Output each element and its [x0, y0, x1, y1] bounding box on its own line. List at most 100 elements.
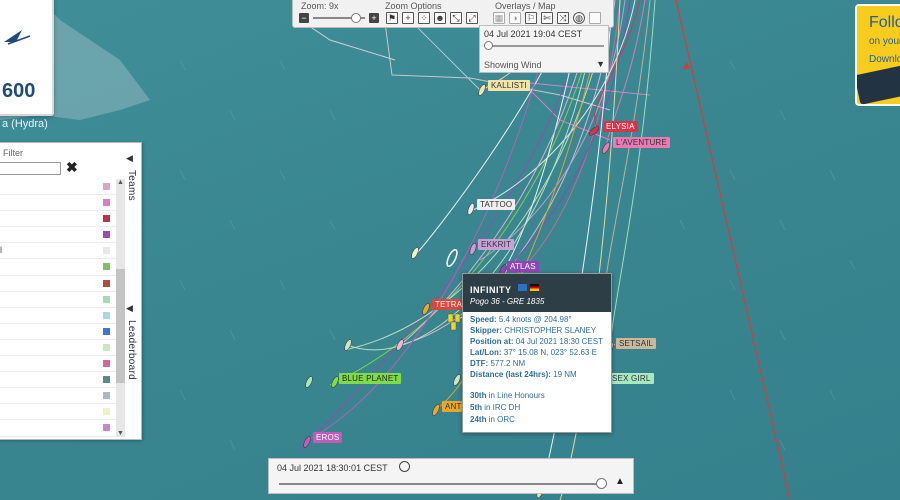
fit-icon[interactable]: ⤡ — [450, 12, 462, 24]
playback-track[interactable] — [279, 483, 607, 485]
boat-label-sex-girl[interactable]: SEX GIRL — [609, 373, 654, 384]
boat-label-eros[interactable]: EROS — [313, 432, 343, 443]
square-icon[interactable] — [589, 12, 601, 24]
clock-icon[interactable] — [399, 461, 410, 472]
list-item[interactable] — [0, 308, 117, 324]
wind-icon[interactable]: ⚐ — [525, 12, 537, 24]
clear-filter-icon[interactable]: ✖ — [66, 159, 78, 176]
playback-timestamp: 04 Jul 2021 18:30:01 CEST — [277, 463, 388, 473]
boat-label-kallisti[interactable]: KALLISTI — [488, 80, 530, 91]
list-item[interactable] — [0, 372, 117, 389]
team-color-swatch — [103, 311, 110, 319]
zoom-in-button[interactable]: + — [369, 13, 379, 23]
tablet-icon — [857, 65, 900, 104]
boat-label-tetra[interactable]: TETRA — [432, 299, 466, 310]
playback-bar: 04 Jul 2021 18:30:01 CEST ▲ — [268, 458, 634, 494]
flag-icon-blue — [518, 284, 527, 291]
globe-icon[interactable]: ◍ — [573, 12, 585, 24]
filter-label: Filter — [3, 148, 23, 158]
skipper-line: Skipper: CHRISTOPHER SLANEY — [470, 326, 597, 335]
team-color-swatch — [103, 231, 110, 239]
list-item[interactable] — [0, 356, 117, 373]
scroll-down-icon[interactable]: ▼ — [117, 430, 124, 437]
map-toolbar: Zoom: 9x Zoom Options Overlays / Map − +… — [292, 0, 614, 28]
list-item[interactable] — [0, 259, 117, 276]
list-item[interactable] — [0, 340, 117, 357]
team-icon[interactable]: ☻ — [434, 12, 446, 24]
sail-logo-icon — [4, 30, 31, 45]
time-panel-timestamp: 04 Jul 2021 19:04 CEST — [484, 29, 583, 39]
boat-label-tattoo[interactable]: TATTOO — [477, 199, 516, 210]
team-color-swatch — [103, 408, 110, 416]
playback-toggle-icon[interactable]: ▲ — [615, 476, 625, 487]
contrast-icon[interactable]: ◑ — [509, 12, 521, 24]
overlays-label: Overlays / Map — [495, 1, 556, 11]
list-item[interactable] — [0, 404, 117, 421]
wind-overlay-label: Showing Wind — [484, 60, 542, 70]
filter-input[interactable] — [0, 162, 61, 175]
rank-line-honours: 30th in Line Honours — [470, 391, 545, 400]
promo-line-2: on your — [869, 36, 900, 47]
list-item[interactable]: l — [0, 243, 117, 260]
teams-list: l — [0, 179, 117, 437]
zoom-out-button[interactable]: − — [299, 13, 309, 23]
grid-icon[interactable]: ▦ — [493, 12, 505, 24]
dtf-line: DTF: 577.2 NM — [470, 359, 526, 368]
add-icon[interactable]: + — [402, 12, 414, 24]
list-item[interactable] — [0, 292, 117, 308]
list-item[interactable] — [0, 179, 117, 196]
race-logo: 600 — [0, 0, 54, 116]
tab-teams[interactable]: ◀ Teams — [126, 153, 142, 201]
tools-icon[interactable]: ✄ — [541, 12, 553, 24]
list-item[interactable] — [0, 211, 117, 228]
scrollbar-thumb[interactable] — [116, 269, 125, 383]
leaderboard-tab-label: Leaderboard — [126, 320, 137, 381]
boat-class: Pogo 36 - GRE 1835 — [470, 297, 545, 306]
teams-tab-label: Teams — [126, 170, 137, 201]
teams-tab-arrow-icon: ◀ — [126, 153, 133, 163]
app-promo-banner[interactable]: Follo on your Downloa — [855, 4, 900, 106]
team-color-swatch — [103, 183, 110, 190]
flag-icon[interactable]: ⚑ — [386, 12, 398, 24]
leaderboard-tab-arrow-icon: ◀ — [126, 303, 133, 313]
list-item[interactable] — [0, 388, 117, 405]
boat-label-elysia[interactable]: ELYSIA — [603, 121, 638, 132]
time-panel: 04 Jul 2021 19:04 CEST Showing Wind ▼ — [479, 25, 609, 73]
list-item[interactable] — [0, 324, 117, 340]
shuffle-icon[interactable]: ⤨ — [557, 12, 569, 24]
rank-line-orc: 24th in ORC — [470, 415, 515, 424]
team-color-swatch — [103, 424, 110, 432]
list-item[interactable] — [0, 227, 117, 244]
boat-name: INFINITY — [470, 285, 512, 295]
dots-icon[interactable]: ⁘ — [418, 12, 430, 24]
boat-info-header: INFINITY Pogo 36 - GRE 1835 — [463, 274, 611, 312]
boat-label-atlas[interactable]: ATLAS — [507, 261, 539, 272]
zoom-slider[interactable]: − + — [299, 12, 383, 24]
zoom-options-label: Zoom Options — [385, 1, 442, 11]
time-panel-slider[interactable] — [484, 41, 604, 50]
team-color-swatch — [103, 343, 110, 351]
position-line: Position at: 04 Jul 2021 18:30 CEST — [470, 337, 603, 346]
expand-icon[interactable]: ⤢ — [466, 12, 478, 24]
boat-label-ekkrit[interactable]: EKKRIT — [478, 239, 515, 250]
list-item[interactable] — [0, 195, 117, 212]
list-item[interactable] — [0, 420, 117, 437]
boat-label-laventure[interactable]: L'AVENTURE — [613, 137, 670, 148]
wind-dropdown-arrow-icon[interactable]: ▼ — [596, 59, 605, 69]
teams-scrollbar[interactable]: ▲ ▼ — [116, 179, 125, 437]
list-item[interactable] — [0, 276, 117, 292]
team-color-swatch — [103, 376, 110, 384]
flag-icon-germany — [530, 284, 539, 291]
team-color-swatch — [103, 327, 110, 335]
playback-knob[interactable] — [596, 478, 607, 489]
team-color-swatch — [103, 279, 110, 287]
boat-label-blue-planet[interactable]: BLUE PLANET — [339, 373, 402, 384]
team-color-swatch — [103, 199, 110, 207]
race-map[interactable]: 600 a (Hydra) KALLISTI ELYSIA L'AVENTURE… — [0, 0, 900, 500]
boat-label-setsail[interactable]: SETSAIL — [616, 338, 657, 349]
time-panel-slider-knob[interactable] — [484, 41, 493, 50]
tab-leaderboard[interactable]: ◀ Leaderboard — [126, 303, 142, 380]
scroll-up-icon[interactable]: ▲ — [117, 179, 124, 186]
zoom-knob[interactable] — [351, 13, 361, 23]
team-color-swatch — [103, 215, 110, 223]
